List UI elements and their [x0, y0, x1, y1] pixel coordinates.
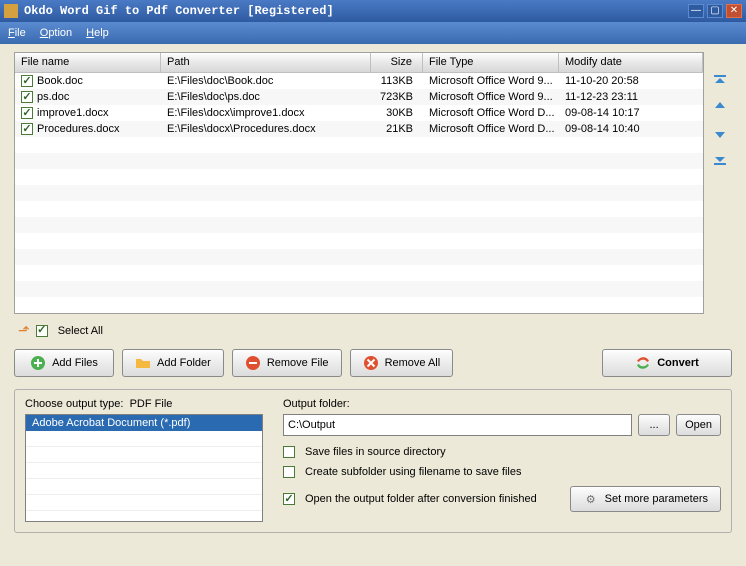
table-row[interactable]: ps.docE:\Files\doc\ps.doc723KBMicrosoft …: [15, 89, 703, 105]
row-checkbox[interactable]: [21, 107, 33, 119]
output-type-item[interactable]: Adobe Acrobat Document (*.pdf): [26, 415, 262, 431]
close-button[interactable]: ✕: [726, 4, 742, 18]
minimize-button[interactable]: —: [688, 4, 704, 18]
column-modifydate[interactable]: Modify date: [559, 53, 703, 72]
row-checkbox[interactable]: [21, 123, 33, 135]
row-checkbox[interactable]: [21, 91, 33, 103]
window-title: Okdo Word Gif to Pdf Converter [Register…: [24, 4, 688, 18]
table-row[interactable]: improve1.docxE:\Files\docx\improve1.docx…: [15, 105, 703, 121]
open-folder-button[interactable]: Open: [676, 414, 721, 436]
menu-bar: File Option Help: [0, 22, 746, 44]
remove-all-button[interactable]: Remove All: [350, 349, 454, 377]
table-row[interactable]: Procedures.docxE:\Files\docx\Procedures.…: [15, 121, 703, 137]
table-header: File name Path Size File Type Modify dat…: [15, 53, 703, 73]
output-folder-input[interactable]: [283, 414, 632, 436]
select-all-checkbox[interactable]: [36, 325, 48, 337]
remove-all-icon: [363, 355, 379, 371]
convert-button[interactable]: Convert: [602, 349, 732, 377]
save-source-checkbox[interactable]: [283, 446, 295, 458]
move-up-button[interactable]: [711, 98, 729, 116]
folder-icon: [135, 355, 151, 371]
file-list[interactable]: File name Path Size File Type Modify dat…: [14, 52, 704, 314]
output-panel: Choose output type: PDF File Adobe Acrob…: [14, 389, 732, 533]
option-open-after[interactable]: Open the output folder after conversion …: [283, 493, 570, 505]
browse-button[interactable]: ...: [638, 414, 670, 436]
row-checkbox[interactable]: [21, 75, 33, 87]
add-files-button[interactable]: Add Files: [14, 349, 114, 377]
column-filetype[interactable]: File Type: [423, 53, 559, 72]
set-more-parameters-button[interactable]: ⚙ Set more parameters: [570, 486, 721, 512]
up-folder-icon[interactable]: ⬏: [18, 322, 30, 339]
reorder-bar: [708, 52, 732, 314]
menu-file[interactable]: File: [8, 27, 26, 39]
option-create-subfolder[interactable]: Create subfolder using filename to save …: [283, 466, 721, 478]
maximize-button[interactable]: ▢: [707, 4, 723, 18]
output-type-label: Choose output type: PDF File: [25, 398, 263, 410]
move-down-button[interactable]: [711, 124, 729, 142]
move-bottom-button[interactable]: [711, 150, 729, 168]
column-filename[interactable]: File name: [15, 53, 161, 72]
select-all-label: Select All: [58, 325, 103, 337]
convert-icon: [635, 355, 651, 371]
app-icon: [4, 4, 18, 18]
table-body: Book.docE:\Files\doc\Book.doc113KBMicros…: [15, 73, 703, 313]
output-folder-label: Output folder:: [283, 398, 721, 410]
create-subfolder-checkbox[interactable]: [283, 466, 295, 478]
menu-help[interactable]: Help: [86, 27, 109, 39]
gear-icon: ⚙: [583, 491, 599, 507]
open-after-checkbox[interactable]: [283, 493, 295, 505]
output-type-list[interactable]: Adobe Acrobat Document (*.pdf): [25, 414, 263, 522]
column-path[interactable]: Path: [161, 53, 371, 72]
title-bar: Okdo Word Gif to Pdf Converter [Register…: [0, 0, 746, 22]
column-size[interactable]: Size: [371, 53, 423, 72]
plus-icon: [30, 355, 46, 371]
move-top-button[interactable]: [711, 72, 729, 90]
menu-option[interactable]: Option: [40, 27, 72, 39]
add-folder-button[interactable]: Add Folder: [122, 349, 224, 377]
option-save-source[interactable]: Save files in source directory: [283, 446, 721, 458]
remove-file-button[interactable]: Remove File: [232, 349, 342, 377]
table-row[interactable]: Book.docE:\Files\doc\Book.doc113KBMicros…: [15, 73, 703, 89]
minus-icon: [245, 355, 261, 371]
